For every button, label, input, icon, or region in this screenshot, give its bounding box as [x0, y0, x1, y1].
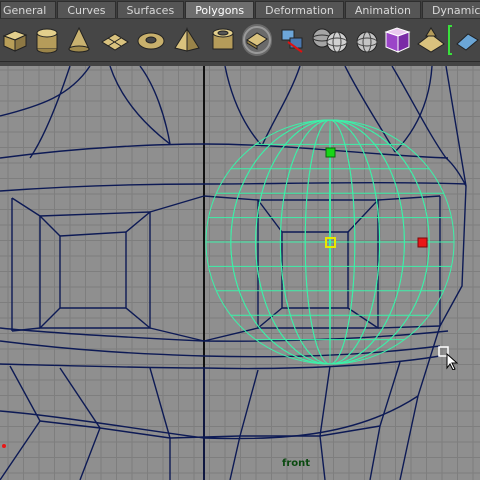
- wire-edge: [39, 215, 61, 237]
- tab-animation[interactable]: Animation: [344, 1, 421, 18]
- wire-edge: [29, 66, 71, 159]
- tab-deformation[interactable]: Deformation: [255, 1, 344, 18]
- y-axis-handle: [325, 147, 336, 158]
- poly-pyramid-icon[interactable]: [172, 24, 202, 56]
- wire-edge: [0, 66, 91, 117]
- selection-icon[interactable]: [448, 24, 479, 56]
- poly-pipe-icon[interactable]: [208, 24, 238, 56]
- wire-edge: [149, 367, 171, 480]
- wire-edge: [203, 195, 259, 201]
- front-viewport[interactable]: front: [0, 66, 480, 480]
- tab-curves[interactable]: Curves: [57, 1, 116, 18]
- wire-edge: [0, 355, 441, 370]
- viewport-canvas[interactable]: [0, 66, 480, 480]
- wire-edge: [319, 365, 331, 480]
- poly-plane-icon[interactable]: [100, 24, 130, 56]
- poly-cube-icon[interactable]: [0, 24, 30, 56]
- poly-sphere-alt-icon[interactable]: [352, 24, 382, 56]
- wire-edge: [399, 66, 467, 480]
- wire-edge: [347, 199, 379, 233]
- x-axis-handle: [417, 237, 428, 248]
- poly-sphere-icon[interactable]: [322, 24, 352, 56]
- poly-cone-icon[interactable]: [64, 24, 94, 56]
- extrude-icon[interactable]: [278, 24, 308, 56]
- tab-surfaces[interactable]: Surfaces: [116, 1, 185, 18]
- wire-edge: [125, 211, 151, 233]
- wire-edge: [257, 199, 283, 233]
- wire-edge: [261, 66, 301, 147]
- wire-edge: [0, 365, 41, 480]
- tab-polygons[interactable]: Polygons: [185, 1, 255, 18]
- wire-edge: [0, 143, 449, 159]
- wire-edge: [11, 197, 41, 217]
- wire-edge: [281, 231, 349, 309]
- shelf-tabs: General Curves Surfaces Polygons Deforma…: [0, 0, 480, 18]
- polygon-shelf: [0, 18, 480, 62]
- poly-cylinder-icon[interactable]: [32, 24, 62, 56]
- tab-general[interactable]: General: [0, 1, 57, 18]
- poly-torus-icon[interactable]: [136, 24, 166, 56]
- smooth-proxy-icon[interactable]: [242, 24, 272, 56]
- camera-label: front: [282, 458, 311, 469]
- wire-edge: [377, 325, 441, 329]
- wire-edge: [229, 369, 259, 480]
- poly-plane-alt-icon[interactable]: [416, 24, 446, 56]
- cube-purple-icon[interactable]: [382, 24, 412, 56]
- viewport-grid: [0, 66, 480, 480]
- mouse-cursor-icon: [438, 346, 459, 370]
- tab-dynamics[interactable]: Dynamics: [421, 1, 480, 18]
- axis-marker: [2, 444, 6, 448]
- wire-edge: [377, 195, 441, 201]
